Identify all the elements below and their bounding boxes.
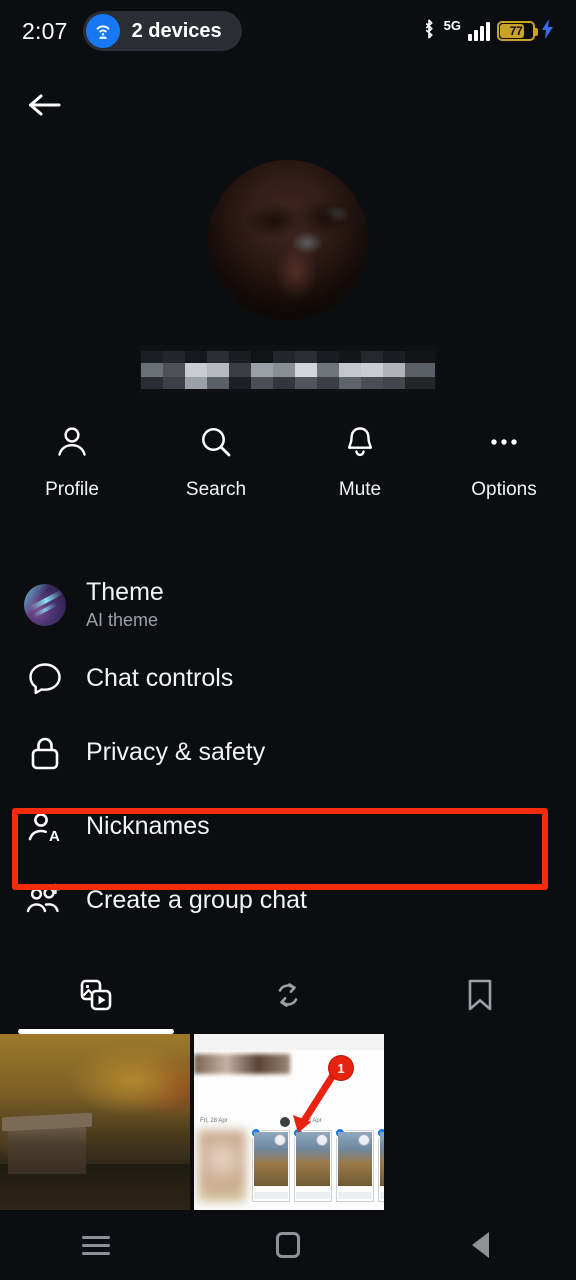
battery-icon: 77: [497, 21, 538, 41]
avatar-photo: [208, 160, 368, 320]
menu-item-chat-controls[interactable]: Chat controls: [0, 642, 576, 716]
chat-bubble-icon: [24, 658, 70, 700]
cabin-shape: [8, 1126, 86, 1174]
menu-item-theme[interactable]: Theme AI theme: [0, 568, 576, 642]
network-type-label: 5G: [443, 17, 461, 33]
quick-action-label: Options: [471, 479, 537, 500]
charging-bolt-icon: [542, 18, 554, 44]
battery-percent: 77: [509, 24, 523, 38]
media-thumb-annotated-screenshot[interactable]: Fri, 28 Apr Fri, 28 Apr 1: [194, 1034, 384, 1210]
bell-icon: [342, 424, 378, 465]
media-grid: Fri, 28 Apr Fri, 28 Apr 1: [0, 1034, 576, 1210]
menu-item-privacy-safety[interactable]: Privacy & safety: [0, 716, 576, 790]
recents-button[interactable]: [0, 1231, 192, 1260]
add-people-icon: [24, 880, 70, 922]
menu-item-create-group-chat[interactable]: Create a group chat: [0, 864, 576, 938]
media-stack-icon: [76, 975, 116, 1020]
tab-media[interactable]: [0, 960, 192, 1034]
status-icons: 5G 77: [421, 18, 554, 45]
person-icon: [54, 424, 90, 465]
menu-item-label: Nicknames: [86, 812, 210, 841]
quick-action-label: Profile: [45, 479, 99, 500]
tab-shared[interactable]: [192, 960, 384, 1034]
cellular-signal-icon: [468, 21, 490, 41]
menu-item-label: Chat controls: [86, 664, 234, 693]
theme-swatch-icon: [24, 584, 70, 626]
quick-action-options[interactable]: Options: [432, 424, 576, 529]
status-bar: 2:07 2 devices 5G 77: [0, 0, 576, 62]
ellipsis-icon: [486, 424, 522, 465]
bluetooth-icon: [421, 18, 437, 45]
menu-item-nicknames[interactable]: A Nicknames: [0, 790, 576, 864]
status-clock: 2:07: [22, 17, 68, 44]
contact-name-redacted: [139, 345, 437, 393]
details-menu-list: Theme AI theme Chat controls Privacy & s…: [0, 568, 576, 938]
menu-lines-icon: [82, 1231, 110, 1260]
triangle-back-icon: [471, 1232, 489, 1258]
quick-actions: Profile Search Mute Options: [0, 424, 576, 529]
annotation-number-badge: 1: [329, 1056, 353, 1080]
menu-item-label: Create a group chat: [86, 886, 307, 915]
messenger-chat-details-screen: 2:07 2 devices 5G 77 Profile Search Mute…: [0, 0, 576, 1280]
svg-text:A: A: [49, 828, 60, 845]
back-arrow-icon[interactable]: [22, 85, 68, 125]
hotspot-label: 2 devices: [131, 19, 222, 42]
quick-action-label: Search: [185, 479, 247, 500]
menu-item-sublabel: AI theme: [86, 610, 159, 631]
person-letter-a-icon: A: [24, 806, 70, 848]
bookmark-icon: [463, 976, 497, 1019]
home-button[interactable]: [192, 1232, 384, 1258]
back-button[interactable]: [384, 1232, 576, 1258]
quick-action-label: Mute: [338, 479, 382, 500]
quick-action-profile[interactable]: Profile: [0, 424, 144, 529]
avatar[interactable]: [208, 160, 368, 320]
content-tabs: [0, 960, 576, 1034]
wifi-hotspot-icon: [85, 14, 120, 48]
search-icon: [198, 424, 234, 465]
quick-action-mute[interactable]: Mute: [288, 424, 432, 529]
menu-item-label: Privacy & safety: [86, 738, 266, 767]
lock-icon: [24, 732, 70, 774]
repeat-arrows-icon: [270, 977, 306, 1018]
hotspot-pill[interactable]: 2 devices: [82, 11, 242, 51]
square-icon: [276, 1232, 300, 1258]
tab-saved[interactable]: [384, 960, 576, 1034]
media-thumb-autumn-cabin[interactable]: [0, 1034, 190, 1210]
red-annotation-arrow: [293, 1068, 339, 1133]
menu-item-label: Theme: [86, 577, 164, 606]
quick-action-search[interactable]: Search: [144, 424, 288, 529]
android-nav-bar: [0, 1210, 576, 1280]
